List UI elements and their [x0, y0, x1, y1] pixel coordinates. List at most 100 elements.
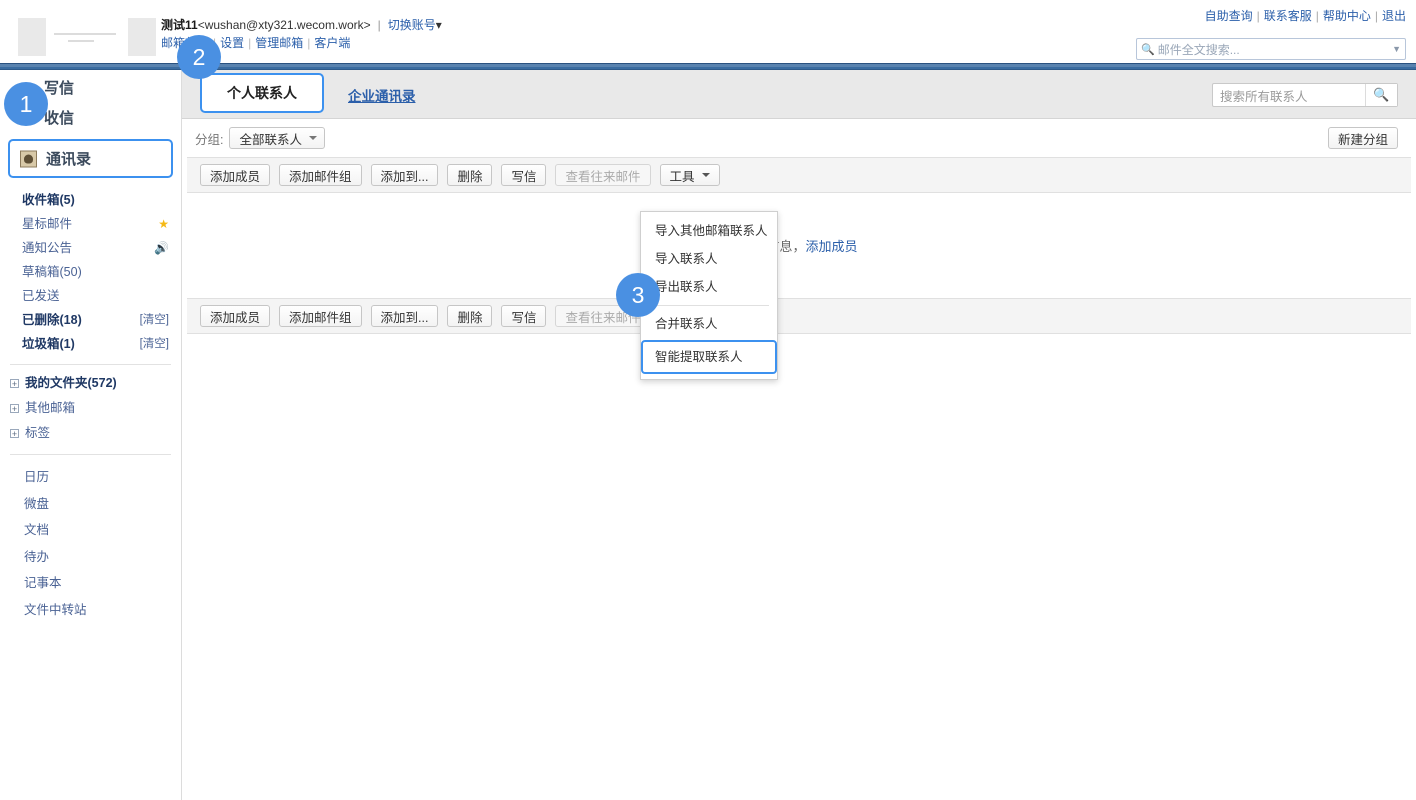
app-link-file-transfer[interactable]: 文件中转站 [0, 597, 181, 624]
expand-icon[interactable]: + [10, 429, 19, 439]
logo-line-2 [68, 39, 94, 42]
app-link-microdisk[interactable]: 微盘 [0, 491, 181, 518]
help-center-link[interactable]: 帮助中心 [1323, 9, 1371, 23]
compose-button-bottom[interactable]: 写信 [501, 305, 547, 327]
switch-account-link[interactable]: 切换账号 [388, 18, 436, 32]
delete-button[interactable]: 删除 [447, 164, 493, 186]
account-email: <wushan@xty321.wecom.work> [197, 18, 371, 32]
menu-item-merge-contacts[interactable]: 合并联系人 [641, 310, 777, 338]
tree-my-folders-label: 我的文件夹(572) [25, 376, 117, 390]
tab-personal-contacts[interactable]: 个人联系人 [200, 73, 324, 113]
contact-search-box[interactable]: 搜索所有联系人 🔍 [1212, 83, 1398, 107]
empty-state-add-member-link[interactable]: 添加成员 [806, 236, 858, 255]
search-icon: 🔍 [1141, 43, 1155, 56]
add-to-button[interactable]: 添加到... [370, 164, 439, 186]
add-to-button-bottom[interactable]: 添加到... [370, 305, 439, 327]
sub-link-client[interactable]: 客户端 [314, 36, 350, 50]
main-content: 个人联系人 企业通讯录 搜索所有联系人 🔍 分组: 全部联系人 新建分组 添加成… [182, 70, 1416, 800]
contact-support-link[interactable]: 联系客服 [1264, 9, 1312, 23]
chevron-down-icon [701, 173, 710, 177]
star-icon: ★ [158, 217, 169, 231]
app-link-todo[interactable]: 待办 [0, 544, 181, 571]
tree-other-mailbox[interactable]: + 其他邮箱 [0, 396, 181, 421]
top-right-links: 自助查询 | 联系客服 | 帮助中心 | 退出 [1205, 7, 1406, 24]
expand-icon[interactable]: + [10, 404, 19, 414]
logo-area [18, 18, 156, 56]
folder-spam[interactable]: 垃圾箱(1) [清空] [0, 332, 181, 356]
folder-starred[interactable]: 星标邮件 ★ [0, 212, 181, 236]
logout-link[interactable]: 退出 [1382, 9, 1406, 23]
new-group-button[interactable]: 新建分组 [1327, 127, 1398, 149]
sidebar-divider-1 [10, 364, 171, 365]
add-member-button[interactable]: 添加成员 [200, 164, 271, 186]
step-badge-3: 3 [616, 273, 660, 317]
sub-sep-3: | [307, 36, 311, 50]
group-filter-row: 分组: 全部联系人 新建分组 [182, 119, 1416, 157]
top-sep-2: | [1315, 9, 1319, 23]
contacts-tabbar: 个人联系人 企业通讯录 搜索所有联系人 🔍 [182, 70, 1416, 119]
sidebar-tree-list: + 我的文件夹(572) + 其他邮箱 + 标签 [0, 371, 181, 446]
tree-other-mailbox-label: 其他邮箱 [25, 401, 76, 415]
app-link-docs[interactable]: 文档 [0, 517, 181, 544]
group-filter-label: 分组: [195, 132, 224, 147]
global-search-box[interactable]: 🔍 邮件全文搜索... ▼ [1136, 38, 1406, 60]
sidebar-item-addressbook[interactable]: 通讯录 [8, 139, 173, 178]
add-mail-group-button[interactable]: 添加邮件组 [279, 164, 362, 186]
menu-item-import-contacts[interactable]: 导入联系人 [641, 245, 777, 273]
tools-button-label: 工具 [669, 169, 695, 184]
view-correspondence-button[interactable]: 查看往来邮件 [555, 164, 651, 186]
self-service-link[interactable]: 自助查询 [1205, 9, 1253, 23]
tools-button[interactable]: 工具 [659, 164, 720, 186]
add-mail-group-button-bottom[interactable]: 添加邮件组 [279, 305, 362, 327]
folder-drafts-label: 草稿箱(50) [22, 265, 82, 279]
folder-spam-clear[interactable]: [清空] [140, 334, 169, 354]
folder-deleted-clear[interactable]: [清空] [140, 310, 169, 330]
folder-drafts[interactable]: 草稿箱(50) [0, 260, 181, 284]
speaker-icon: 🔊 [154, 241, 169, 255]
folder-sent-label: 已发送 [22, 289, 60, 303]
global-search-input[interactable]: 邮件全文搜索... [1158, 41, 1392, 58]
address-book-icon [20, 150, 37, 167]
sub-link-manage-mailbox[interactable]: 管理邮箱 [255, 36, 303, 50]
folder-deleted[interactable]: 已删除(18) [清空] [0, 308, 181, 332]
top-sep-3: | [1374, 9, 1378, 23]
sub-link-settings[interactable]: 设置 [220, 36, 244, 50]
contacts-empty-state: 系人信息，添加成员 [182, 193, 1416, 298]
add-member-button-bottom[interactable]: 添加成员 [200, 305, 271, 327]
sidebar-item-addressbook-label: 通讯录 [46, 151, 92, 168]
left-sidebar: 写信 收信 通讯录 收件箱(5) 星标邮件 ★ 通知公告 🔊 草稿箱(50) 已… [0, 70, 182, 800]
contact-search-input[interactable]: 搜索所有联系人 [1213, 86, 1365, 105]
account-separator: | [377, 18, 381, 32]
menu-item-export-contacts[interactable]: 导出联系人 [641, 273, 777, 301]
app-link-calendar[interactable]: 日历 [0, 464, 181, 491]
folder-inbox-label: 收件箱(5) [22, 193, 75, 207]
logo-line-1 [54, 32, 116, 35]
folder-notices[interactable]: 通知公告 🔊 [0, 236, 181, 260]
expand-icon[interactable]: + [10, 379, 19, 389]
account-info: 测试11<wushan@xty321.wecom.work> | 切换账号▾ [161, 15, 442, 36]
account-name: 测试11 [161, 18, 198, 32]
tree-tags-label: 标签 [25, 426, 51, 440]
compose-button[interactable]: 写信 [501, 164, 547, 186]
menu-item-smart-extract-contacts[interactable]: 智能提取联系人 [641, 340, 777, 374]
contacts-toolbar-top: 添加成员 添加邮件组 添加到... 删除 写信 查看往来邮件 工具 [187, 157, 1411, 193]
menu-item-import-other-mailbox[interactable]: 导入其他邮箱联系人 [641, 217, 777, 245]
chevron-down-icon [309, 136, 317, 140]
folder-deleted-label: 已删除(18) [22, 313, 82, 327]
group-filter-select[interactable]: 全部联系人 [229, 127, 325, 149]
app-root: 测试11<wushan@xty321.wecom.work>|切换账号▾ 邮箱首… [0, 0, 1416, 800]
chevron-down-icon[interactable]: ▼ [1392, 44, 1401, 54]
sidebar-folder-list: 收件箱(5) 星标邮件 ★ 通知公告 🔊 草稿箱(50) 已发送 已删除(18)… [0, 178, 181, 356]
tab-corporate-directory[interactable]: 企业通讯录 [330, 70, 434, 119]
tree-my-folders[interactable]: + 我的文件夹(572) [0, 371, 181, 396]
tree-tags[interactable]: + 标签 [0, 421, 181, 446]
sidebar-app-list: 日历 微盘 文档 待办 记事本 文件中转站 [0, 461, 181, 623]
folder-inbox[interactable]: 收件箱(5) [0, 188, 181, 212]
folder-sent[interactable]: 已发送 [0, 284, 181, 308]
contacts-toolbar-bottom: 添加成员 添加邮件组 添加到... 删除 写信 查看往来邮件 [187, 298, 1411, 334]
tools-dropdown-menu: 导入其他邮箱联系人 导入联系人 导出联系人 合并联系人 智能提取联系人 [640, 211, 778, 380]
search-icon[interactable]: 🔍 [1365, 84, 1397, 106]
delete-button-bottom[interactable]: 删除 [447, 305, 493, 327]
app-link-notepad[interactable]: 记事本 [0, 570, 181, 597]
step-badge-1: 1 [4, 82, 48, 126]
